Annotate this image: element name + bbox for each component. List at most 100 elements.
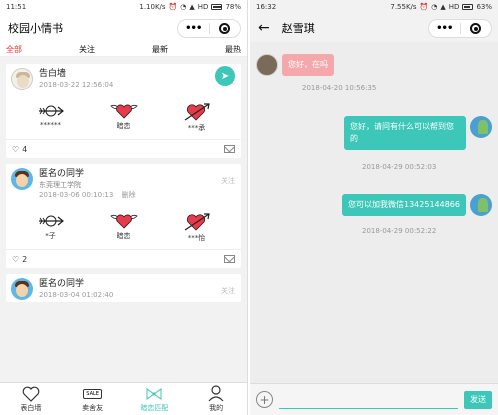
avatar[interactable] (11, 278, 33, 300)
alarm-icon: ⏰ (168, 3, 178, 11)
wifi-icon: ◔ (431, 3, 438, 11)
target-item[interactable]: 暗恋 (94, 212, 154, 243)
message-time: 2018-04-29 00:52:03 (362, 163, 437, 171)
tab-mine[interactable]: 我的 (185, 383, 247, 415)
message-bubble[interactable]: 您可以加我微信13425144866 (342, 194, 466, 216)
confession-card[interactable]: 匿名の同学 东莞理工学院 2018-03-06 00:10:13 删除 关注 *… (6, 164, 241, 268)
tab-latest[interactable]: 最新 (152, 44, 168, 55)
avatar[interactable] (11, 68, 33, 90)
follow-button[interactable]: 关注 (221, 176, 235, 186)
target-item[interactable]: 暗恋 (94, 102, 154, 133)
arrow-heart-icon (38, 105, 64, 117)
poster-name: 告白墙 (39, 69, 67, 79)
tab-following[interactable]: 关注 (79, 44, 95, 55)
poster-name: 匿名の同学 (39, 279, 85, 289)
tab-sell-roommate[interactable]: SALE 卖舍友 (62, 383, 124, 415)
message-bubble[interactable]: 您好，请问有什么可以帮到您的 (344, 116, 466, 150)
arrow-pierced-heart-icon (184, 213, 210, 231)
person-icon (208, 384, 224, 403)
more-icon[interactable]: ••• (178, 23, 209, 34)
message-row: 您好，在吗 (256, 54, 334, 76)
network-type: HD (448, 3, 460, 11)
chat-title: 赵雪琪 (281, 22, 315, 35)
message-bubble[interactable]: 您好，在吗 (282, 54, 334, 76)
battery-text: 63% (476, 3, 492, 11)
winged-heart-icon (109, 104, 138, 119)
chat-screen: 16:32 7.55K/s ⏰ ◔ ▲ HD 63% ← 赵雪琪 ••• 您好，… (250, 0, 498, 415)
target-item[interactable]: ***承 (167, 102, 227, 133)
delete-button[interactable]: 删除 (122, 191, 136, 199)
target-item[interactable]: *子 (21, 212, 81, 243)
more-icon[interactable]: ••• (429, 23, 460, 34)
confession-targets: ****** 暗恋 ***承 (6, 92, 241, 140)
message-time: 2018-04-20 10:56:35 (302, 84, 377, 92)
heart-outline-icon (22, 384, 40, 403)
message-row: 您可以加我微信13425144866 (342, 194, 492, 216)
feed-tabs: 全部 关注 最新 最热 (0, 42, 247, 57)
signal-icon: ▲ (440, 3, 446, 11)
status-bar: 11:51 1.10K/s ⏰ ◔ ▲ HD 78% (0, 0, 247, 14)
tab-confession-wall[interactable]: 表白墙 (0, 383, 62, 415)
avatar[interactable] (11, 168, 33, 190)
avatar[interactable] (470, 194, 492, 216)
nav-bar: ← 赵雪琪 ••• (250, 14, 498, 42)
confession-card[interactable]: 匿名の同学 2018-03-04 01:02:40 关注 (6, 274, 241, 302)
mini-program-capsule: ••• (428, 19, 492, 38)
battery-text: 78% (225, 3, 241, 11)
page-title: 校园小情书 (8, 22, 63, 35)
message-time: 2018-04-29 00:52:22 (362, 227, 437, 235)
tab-all[interactable]: 全部 (6, 44, 22, 55)
winged-heart-icon (109, 214, 138, 229)
confession-card[interactable]: 告白墙 2018-03-22 12:56:04 关注 ➤ ****** (6, 64, 241, 158)
send-plane-icon[interactable]: ➤ (215, 66, 235, 86)
plus-icon[interactable]: + (256, 391, 273, 408)
like-count: 2 (22, 254, 28, 264)
poster-name: 匿名の同学 (39, 169, 85, 179)
chat-input-bar: + 发送 (250, 383, 498, 415)
battery-icon (462, 4, 474, 10)
feed-list: 告白墙 2018-03-22 12:56:04 关注 ➤ ****** (0, 58, 247, 382)
confession-targets: *子 暗恋 ***怡 (6, 202, 241, 250)
target-item[interactable]: ***怡 (167, 212, 227, 243)
target-item[interactable]: ****** (21, 102, 81, 133)
confession-wall-screen: 11:51 1.10K/s ⏰ ◔ ▲ HD 78% 校园小情书 ••• 全部 … (0, 0, 248, 415)
chat-messages: 您好，在吗 2018-04-20 10:56:35 您好，请问有什么可以帮到您的… (250, 44, 498, 383)
network-type: HD (197, 3, 209, 11)
tab-crush-match[interactable]: 暗恋匹配 (124, 383, 186, 415)
arrow-pierced-heart-icon (184, 103, 210, 121)
back-arrow-icon[interactable]: ← (258, 20, 270, 36)
status-time: 16:32 (256, 3, 277, 11)
bow-icon (144, 384, 164, 403)
close-target-icon[interactable] (210, 23, 241, 34)
net-speed: 1.10K/s (139, 3, 166, 11)
mini-program-capsule: ••• (177, 19, 241, 38)
post-time: 2018-03-04 01:02:40 (39, 291, 114, 299)
sale-tag-icon: SALE (83, 384, 102, 403)
like-count: 4 (22, 144, 28, 154)
message-icon[interactable] (224, 145, 235, 153)
avatar[interactable] (470, 116, 492, 138)
signal-icon: ▲ (189, 3, 195, 11)
nav-bar: 校园小情书 ••• (0, 14, 247, 42)
school-name: 东莞理工学院 (39, 181, 81, 189)
like-button[interactable]: ♡ 4 (12, 145, 27, 154)
alarm-icon: ⏰ (419, 3, 429, 11)
post-time: 2018-03-06 00:10:13 (39, 191, 114, 199)
follow-button[interactable]: 关注 (221, 286, 235, 296)
status-bar: 16:32 7.55K/s ⏰ ◔ ▲ HD 63% (250, 0, 498, 14)
net-speed: 7.55K/s (390, 3, 417, 11)
like-button[interactable]: ♡ 2 (12, 255, 27, 264)
tab-hottest[interactable]: 最热 (225, 44, 241, 55)
heart-outline-icon: ♡ (12, 144, 20, 154)
avatar[interactable] (256, 54, 278, 76)
send-button[interactable]: 发送 (464, 390, 492, 409)
battery-icon (211, 4, 223, 10)
message-icon[interactable] (224, 255, 235, 263)
post-time: 2018-03-22 12:56:04 (39, 81, 114, 89)
heart-outline-icon: ♡ (12, 254, 20, 264)
status-time: 11:51 (6, 3, 27, 11)
close-target-icon[interactable] (461, 23, 492, 34)
message-row: 您好，请问有什么可以帮到您的 (344, 116, 492, 150)
message-input[interactable] (279, 390, 458, 409)
bottom-tab-bar: 表白墙 SALE 卖舍友 暗恋匹配 我的 (0, 382, 247, 415)
